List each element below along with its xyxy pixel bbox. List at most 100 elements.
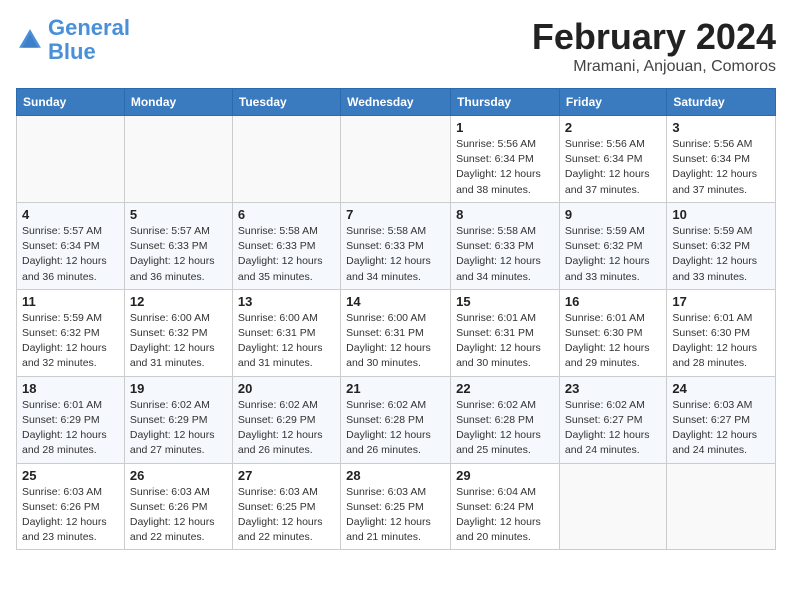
calendar-cell: 5 Sunrise: 5:57 AM Sunset: 6:33 PM Daylig… — [124, 202, 232, 289]
calendar-cell: 7Sunrise: 5:58 AM Sunset: 6:33 PM Daylig… — [341, 202, 451, 289]
day-info: Sunrise: 6:03 AM Sunset: 6:26 PM Dayligh… — [130, 485, 227, 546]
day-number: 18 — [22, 381, 119, 396]
calendar-cell: 4 Sunrise: 5:57 AM Sunset: 6:34 PM Daylig… — [17, 202, 125, 289]
calendar-cell: 23Sunrise: 6:02 AM Sunset: 6:27 PM Dayli… — [559, 376, 666, 463]
calendar-cell: 8 Sunrise: 5:58 AM Sunset: 6:33 PM Daylig… — [451, 202, 560, 289]
day-info: Sunrise: 5:56 AM Sunset: 6:34 PM Dayligh… — [672, 137, 770, 198]
title-block: February 2024 Mramani, Anjouan, Comoros — [532, 16, 776, 76]
week-row-5: 25 Sunrise: 6:03 AM Sunset: 6:26 PM Dayli… — [17, 463, 776, 550]
day-number: 1 — [456, 120, 554, 135]
day-info: Sunrise: 5:56 AM Sunset: 6:34 PM Dayligh… — [456, 137, 554, 198]
day-info: Sunrise: 5:57 AM Sunset: 6:33 PM Dayligh… — [130, 224, 227, 285]
day-info: Sunrise: 6:03 AM Sunset: 6:25 PM Dayligh… — [238, 485, 335, 546]
day-number: 27 — [238, 468, 335, 483]
calendar-cell: 14 Sunrise: 6:00 AM Sunset: 6:31 PM Dayli… — [341, 289, 451, 376]
day-info: Sunrise: 5:59 AM Sunset: 6:32 PM Dayligh… — [672, 224, 770, 285]
day-info: Sunrise: 6:03 AM Sunset: 6:25 PM Dayligh… — [346, 485, 445, 546]
calendar-cell: 19Sunrise: 6:02 AM Sunset: 6:29 PM Dayli… — [124, 376, 232, 463]
day-info: Sunrise: 6:02 AM Sunset: 6:28 PM Dayligh… — [346, 398, 445, 459]
calendar-title: February 2024 — [532, 16, 776, 58]
calendar-cell: 20 Sunrise: 6:02 AM Sunset: 6:29 PM Dayli… — [232, 376, 340, 463]
calendar-subtitle: Mramani, Anjouan, Comoros — [532, 58, 776, 76]
calendar-cell: 13 Sunrise: 6:00 AM Sunset: 6:31 PM Dayli… — [232, 289, 340, 376]
day-number: 4 — [22, 207, 119, 222]
day-info: Sunrise: 6:01 AM Sunset: 6:30 PM Dayligh… — [672, 311, 770, 372]
day-number: 9 — [565, 207, 661, 222]
logo-text-line2: Blue — [48, 40, 130, 64]
week-row-4: 18 Sunrise: 6:01 AM Sunset: 6:29 PM Dayli… — [17, 376, 776, 463]
header-day-sunday: Sunday — [17, 89, 125, 116]
calendar-cell: 29 Sunrise: 6:04 AM Sunset: 6:24 PM Dayli… — [451, 463, 560, 550]
day-info: Sunrise: 6:00 AM Sunset: 6:32 PM Dayligh… — [130, 311, 227, 372]
calendar-cell: 15Sunrise: 6:01 AM Sunset: 6:31 PM Dayli… — [451, 289, 560, 376]
calendar-cell: 6 Sunrise: 5:58 AM Sunset: 6:33 PM Daylig… — [232, 202, 340, 289]
calendar-cell: 9 Sunrise: 5:59 AM Sunset: 6:32 PM Daylig… — [559, 202, 666, 289]
calendar-cell: 2 Sunrise: 5:56 AM Sunset: 6:34 PM Daylig… — [559, 116, 666, 203]
day-number: 22 — [456, 381, 554, 396]
calendar-table: SundayMondayTuesdayWednesdayThursdayFrid… — [16, 88, 776, 550]
day-number: 25 — [22, 468, 119, 483]
day-number: 11 — [22, 294, 119, 309]
day-info: Sunrise: 6:01 AM Sunset: 6:30 PM Dayligh… — [565, 311, 661, 372]
calendar-cell — [341, 116, 451, 203]
calendar-cell — [17, 116, 125, 203]
day-number: 29 — [456, 468, 554, 483]
day-number: 3 — [672, 120, 770, 135]
day-info: Sunrise: 5:59 AM Sunset: 6:32 PM Dayligh… — [565, 224, 661, 285]
day-number: 8 — [456, 207, 554, 222]
day-info: Sunrise: 6:02 AM Sunset: 6:27 PM Dayligh… — [565, 398, 661, 459]
day-info: Sunrise: 6:00 AM Sunset: 6:31 PM Dayligh… — [346, 311, 445, 372]
calendar-cell: 11 Sunrise: 5:59 AM Sunset: 6:32 PM Dayli… — [17, 289, 125, 376]
calendar-cell: 10 Sunrise: 5:59 AM Sunset: 6:32 PM Dayli… — [667, 202, 776, 289]
week-row-1: 1 Sunrise: 5:56 AM Sunset: 6:34 PM Daylig… — [17, 116, 776, 203]
day-info: Sunrise: 6:02 AM Sunset: 6:29 PM Dayligh… — [238, 398, 335, 459]
page-header: General Blue February 2024 Mramani, Anjo… — [16, 16, 776, 76]
day-info: Sunrise: 6:00 AM Sunset: 6:31 PM Dayligh… — [238, 311, 335, 372]
day-info: Sunrise: 5:57 AM Sunset: 6:34 PM Dayligh… — [22, 224, 119, 285]
day-info: Sunrise: 5:56 AM Sunset: 6:34 PM Dayligh… — [565, 137, 661, 198]
calendar-cell — [232, 116, 340, 203]
calendar-cell: 1 Sunrise: 5:56 AM Sunset: 6:34 PM Daylig… — [451, 116, 560, 203]
calendar-cell — [667, 463, 776, 550]
calendar-header: SundayMondayTuesdayWednesdayThursdayFrid… — [17, 89, 776, 116]
calendar-cell: 17 Sunrise: 6:01 AM Sunset: 6:30 PM Dayli… — [667, 289, 776, 376]
header-day-wednesday: Wednesday — [341, 89, 451, 116]
day-number: 28 — [346, 468, 445, 483]
calendar-cell: 26 Sunrise: 6:03 AM Sunset: 6:26 PM Dayli… — [124, 463, 232, 550]
week-row-2: 4 Sunrise: 5:57 AM Sunset: 6:34 PM Daylig… — [17, 202, 776, 289]
day-number: 6 — [238, 207, 335, 222]
day-info: Sunrise: 6:01 AM Sunset: 6:31 PM Dayligh… — [456, 311, 554, 372]
day-info: Sunrise: 5:58 AM Sunset: 6:33 PM Dayligh… — [456, 224, 554, 285]
day-info: Sunrise: 6:01 AM Sunset: 6:29 PM Dayligh… — [22, 398, 119, 459]
header-day-tuesday: Tuesday — [232, 89, 340, 116]
day-number: 16 — [565, 294, 661, 309]
day-number: 20 — [238, 381, 335, 396]
calendar-cell: 24Sunrise: 6:03 AM Sunset: 6:27 PM Dayli… — [667, 376, 776, 463]
day-info: Sunrise: 5:59 AM Sunset: 6:32 PM Dayligh… — [22, 311, 119, 372]
calendar-cell: 18 Sunrise: 6:01 AM Sunset: 6:29 PM Dayli… — [17, 376, 125, 463]
header-day-monday: Monday — [124, 89, 232, 116]
calendar-cell: 3 Sunrise: 5:56 AM Sunset: 6:34 PM Daylig… — [667, 116, 776, 203]
day-number: 10 — [672, 207, 770, 222]
day-number: 5 — [130, 207, 227, 222]
header-day-saturday: Saturday — [667, 89, 776, 116]
calendar-cell: 22Sunrise: 6:02 AM Sunset: 6:28 PM Dayli… — [451, 376, 560, 463]
header-day-thursday: Thursday — [451, 89, 560, 116]
day-number: 2 — [565, 120, 661, 135]
day-info: Sunrise: 6:04 AM Sunset: 6:24 PM Dayligh… — [456, 485, 554, 546]
calendar-cell: 21Sunrise: 6:02 AM Sunset: 6:28 PM Dayli… — [341, 376, 451, 463]
calendar-cell: 28 Sunrise: 6:03 AM Sunset: 6:25 PM Dayli… — [341, 463, 451, 550]
day-number: 26 — [130, 468, 227, 483]
day-number: 7 — [346, 207, 445, 222]
day-number: 17 — [672, 294, 770, 309]
day-number: 13 — [238, 294, 335, 309]
header-row: SundayMondayTuesdayWednesdayThursdayFrid… — [17, 89, 776, 116]
calendar-cell — [559, 463, 666, 550]
day-number: 14 — [346, 294, 445, 309]
logo-text-line1: General — [48, 16, 130, 40]
calendar-cell: 25Sunrise: 6:03 AM Sunset: 6:26 PM Dayli… — [17, 463, 125, 550]
day-number: 12 — [130, 294, 227, 309]
calendar-cell — [124, 116, 232, 203]
day-info: Sunrise: 5:58 AM Sunset: 6:33 PM Dayligh… — [238, 224, 335, 285]
logo-icon — [16, 26, 44, 54]
